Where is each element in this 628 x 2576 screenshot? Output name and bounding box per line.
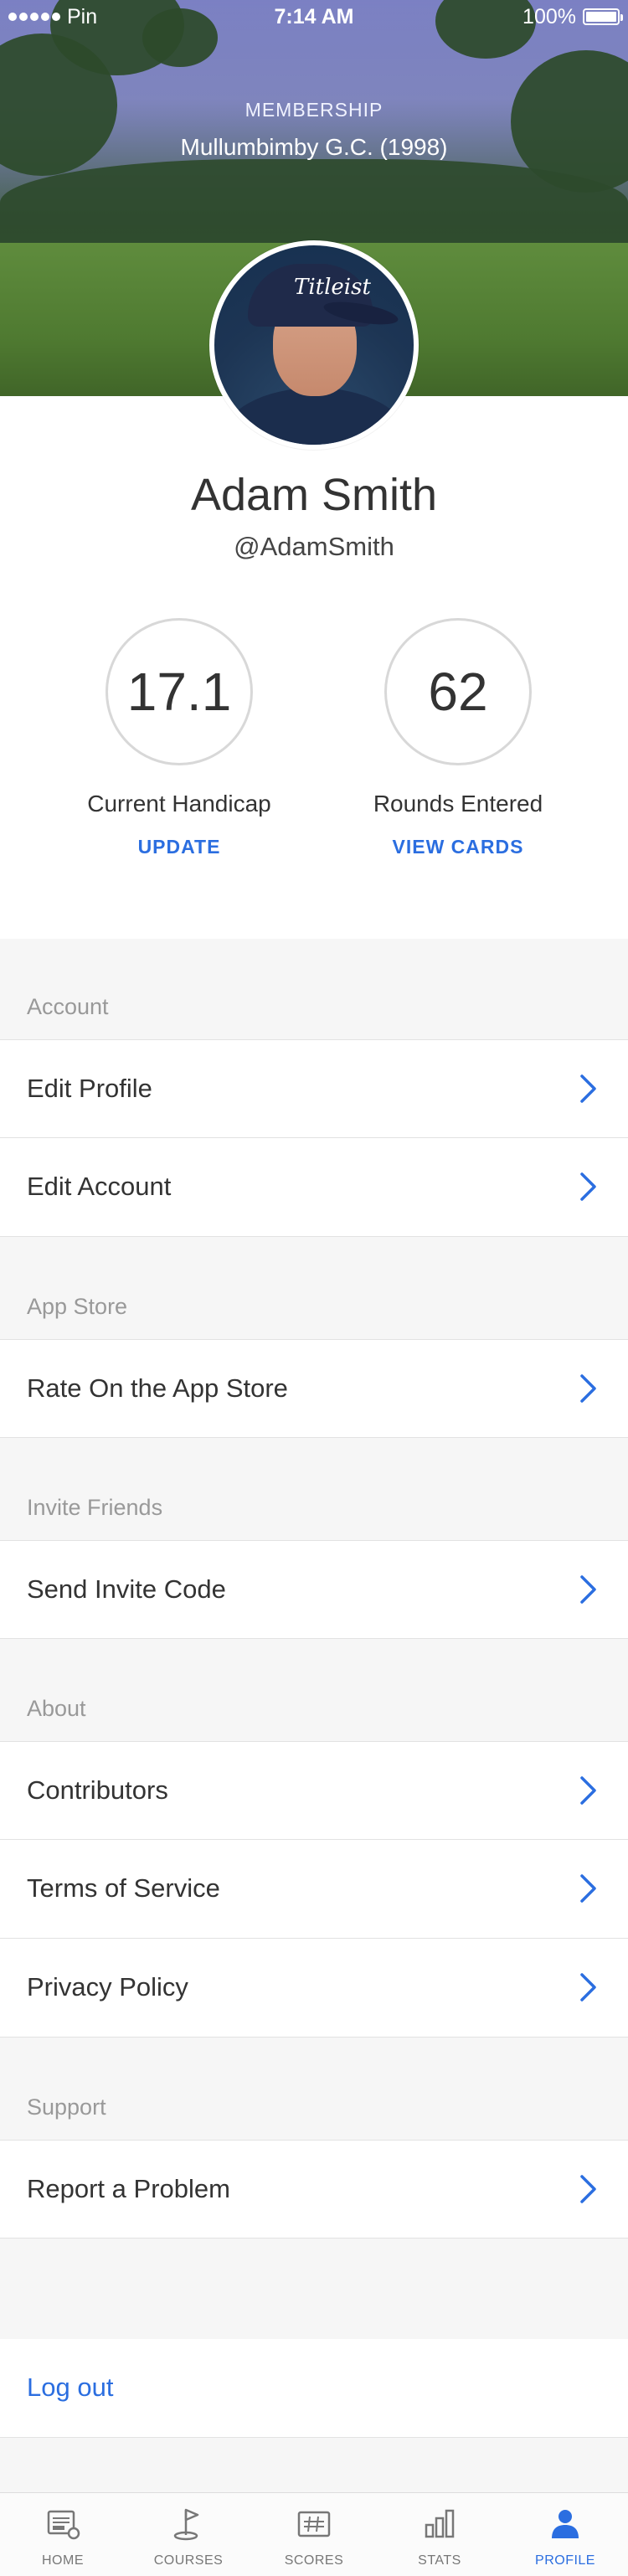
row-label: Privacy Policy [27, 1972, 188, 2002]
tab-label: PROFILE [535, 2553, 595, 2568]
view-cards-button[interactable]: VIEW CARDS [332, 836, 584, 858]
cap-logo: Titleist [294, 275, 371, 300]
profile-screen: Pin 7:14 AM 100% MEMBERSHIP Mullumbimby … [0, 0, 628, 2576]
rate-app-store-row[interactable]: Rate On the App Store [0, 1339, 628, 1438]
section-header-invite: Invite Friends [27, 1495, 163, 1520]
handicap-label: Current Handicap [87, 791, 271, 817]
section-header-about: About [27, 1696, 86, 1721]
tab-stats[interactable]: STATS [377, 2493, 502, 2576]
chevron-right-icon [580, 1776, 596, 1805]
tab-bar: HOME COURSES SCORES STATS PROFILE [0, 2492, 628, 2576]
rounds-label: Rounds Entered [373, 791, 543, 817]
home-icon [47, 2510, 80, 2540]
chevron-right-icon [580, 1374, 596, 1403]
chevron-right-icon [580, 1172, 596, 1201]
row-label: Contributors [27, 1775, 168, 1805]
chevron-right-icon [580, 1074, 596, 1103]
row-label: Rate On the App Store [27, 1373, 288, 1403]
chevron-right-icon [580, 1874, 596, 1903]
rounds-value: 62 [384, 618, 532, 765]
avatar[interactable]: Titleist [209, 240, 419, 450]
logout-button[interactable]: Log out [0, 2339, 628, 2438]
logout-label: Log out [27, 2372, 114, 2402]
row-label: Edit Account [27, 1172, 172, 1201]
scorecard-icon [297, 2511, 331, 2537]
battery-icon [583, 8, 623, 25]
bar-chart-icon [425, 2509, 455, 2538]
tab-scores[interactable]: SCORES [251, 2493, 377, 2576]
section-header-support: Support [27, 2094, 106, 2120]
report-problem-row[interactable]: Report a Problem [0, 2140, 628, 2239]
terms-of-service-row[interactable]: Terms of Service [0, 1840, 628, 1939]
avatar-photo: Titleist [214, 245, 414, 445]
privacy-policy-row[interactable]: Privacy Policy [0, 1939, 628, 2038]
handicap-stat: 17.1 Current Handicap UPDATE [54, 618, 305, 858]
tab-label: STATS [418, 2553, 461, 2568]
section-header-app-store: App Store [27, 1294, 128, 1319]
chevron-right-icon [580, 2175, 596, 2203]
rounds-stat: 62 Rounds Entered VIEW CARDS [332, 618, 584, 858]
membership-club-name[interactable]: Mullumbimby G.C. (1998) [0, 134, 628, 161]
row-label: Edit Profile [27, 1074, 152, 1103]
profile-handle: @AdamSmith [234, 532, 394, 561]
membership-label: MEMBERSHIP [245, 99, 383, 121]
chevron-right-icon [580, 1973, 596, 2002]
tab-label: COURSES [153, 2553, 224, 2568]
battery-indicator: 100% [522, 0, 623, 33]
flag-icon [173, 2508, 199, 2541]
edit-profile-row[interactable]: Edit Profile [0, 1039, 628, 1138]
row-label: Terms of Service [27, 1873, 220, 1903]
contributors-row[interactable]: Contributors [0, 1741, 628, 1840]
chevron-right-icon [580, 1575, 596, 1604]
status-bar: Pin 7:14 AM 100% [0, 0, 628, 33]
tab-profile[interactable]: PROFILE [502, 2493, 628, 2576]
section-header-account: Account [27, 994, 109, 1019]
row-label: Report a Problem [27, 2174, 230, 2203]
profile-name: Adam Smith [190, 470, 438, 520]
tab-courses[interactable]: COURSES [126, 2493, 251, 2576]
edit-account-row[interactable]: Edit Account [0, 1138, 628, 1237]
tab-label: SCORES [284, 2553, 344, 2568]
tab-home[interactable]: HOME [0, 2493, 126, 2576]
send-invite-row[interactable]: Send Invite Code [0, 1540, 628, 1639]
tab-label: HOME [42, 2553, 84, 2568]
person-icon [552, 2510, 579, 2538]
row-label: Send Invite Code [27, 1574, 226, 1604]
update-handicap-button[interactable]: UPDATE [54, 836, 305, 858]
battery-percent: 100% [522, 5, 576, 28]
settings-list: Account Edit Profile Edit Account App St… [0, 939, 628, 2492]
handicap-value: 17.1 [106, 618, 253, 765]
